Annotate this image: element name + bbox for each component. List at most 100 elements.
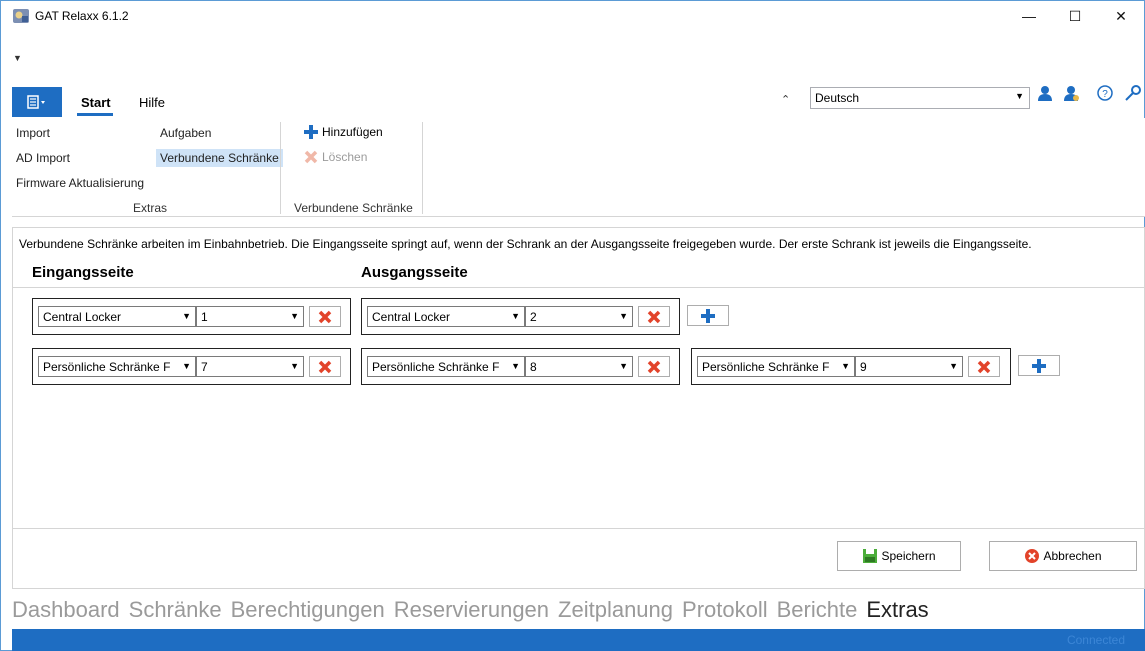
cabinet-value: Central Locker: [372, 310, 451, 324]
cabinet-select[interactable]: Persönliche Schränke F ▼: [697, 356, 855, 377]
cabinet-select[interactable]: Persönliche Schränke F ▼: [38, 356, 196, 377]
nav-berichte[interactable]: Berichte: [777, 597, 858, 627]
chevron-down-icon: ▼: [511, 361, 520, 371]
cabinet-value: Persönliche Schränke F: [43, 360, 171, 374]
collapse-ribbon-icon[interactable]: ⌃: [781, 93, 790, 106]
tab-start[interactable]: Start: [81, 95, 111, 110]
delete-button[interactable]: [309, 306, 341, 327]
loeschen-label: Löschen: [322, 150, 368, 164]
cabinet-select[interactable]: Central Locker ▼: [38, 306, 196, 327]
add-cabinet-button[interactable]: [687, 305, 729, 326]
group-label-extras: Extras: [133, 201, 168, 215]
language-select[interactable]: Deutsch ▼: [810, 87, 1030, 109]
divider: [13, 528, 1144, 529]
language-value: Deutsch: [815, 91, 860, 105]
file-menu-button[interactable]: [12, 87, 62, 117]
bottom-navigation: Dashboard Schränke Berechtigungen Reserv…: [12, 597, 929, 627]
column-header-ausgang: Ausgangsseite: [361, 264, 468, 281]
nav-reservierungen[interactable]: Reservierungen: [394, 597, 549, 627]
save-button[interactable]: Speichern: [837, 541, 961, 571]
chevron-down-icon: ▼: [619, 311, 628, 321]
connection-group: Central Locker ▼ 2 ▼: [361, 298, 680, 335]
number-value: 1: [201, 310, 208, 324]
chevron-down-icon: ▼: [182, 311, 191, 321]
connection-group: Persönliche Schränke F ▼ 9 ▼: [691, 348, 1011, 385]
nav-berechtigungen[interactable]: Berechtigungen: [231, 597, 385, 627]
cabinet-select[interactable]: Central Locker ▼: [367, 306, 525, 327]
app-window: GAT Relaxx 6.1.2 — ☐ ✕ ▼ Start Hilfe ⌃ D…: [0, 0, 1145, 651]
aufgaben-link[interactable]: Aufgaben: [160, 126, 211, 140]
import-link[interactable]: Import: [16, 126, 50, 140]
key-icon[interactable]: [1123, 83, 1143, 103]
delete-button[interactable]: [309, 356, 341, 377]
help-icon[interactable]: ?: [1095, 83, 1115, 103]
hinzufuegen-label: Hinzufügen: [322, 125, 383, 139]
close-button[interactable]: ✕: [1098, 1, 1144, 31]
plus-icon: [304, 125, 318, 139]
add-cabinet-button[interactable]: [1018, 355, 1060, 376]
minimize-button[interactable]: —: [1006, 1, 1052, 31]
user-icon[interactable]: [1035, 83, 1055, 103]
nav-zeitplanung[interactable]: Zeitplanung: [558, 597, 673, 627]
maximize-button[interactable]: ☐: [1052, 1, 1098, 31]
nav-schraenke[interactable]: Schränke: [129, 597, 222, 627]
tab-hilfe[interactable]: Hilfe: [139, 95, 165, 110]
delete-button[interactable]: [638, 356, 670, 377]
quick-access-dropdown[interactable]: ▼: [13, 53, 22, 63]
nav-protokoll[interactable]: Protokoll: [682, 597, 768, 627]
number-select[interactable]: 2 ▼: [525, 306, 633, 327]
cabinet-value: Persönliche Schränke F: [702, 360, 830, 374]
connection-group: Persönliche Schränke F ▼ 7 ▼: [32, 348, 351, 385]
cabinet-value: Central Locker: [43, 310, 122, 324]
status-bar: Connected: [12, 629, 1145, 651]
nav-extras[interactable]: Extras: [866, 597, 928, 627]
ad-import-link[interactable]: AD Import: [16, 151, 70, 165]
chevron-down-icon: ▼: [290, 361, 299, 371]
column-header-eingang: Eingangsseite: [32, 264, 134, 281]
firmware-update-link[interactable]: Firmware Aktualisierung: [16, 176, 144, 190]
save-label: Speichern: [881, 549, 936, 563]
cancel-icon: [1025, 549, 1040, 563]
cabinet-select[interactable]: Persönliche Schränke F ▼: [367, 356, 525, 377]
chevron-down-icon: ▼: [619, 361, 628, 371]
number-value: 8: [530, 360, 537, 374]
ribbon-panel: Import AD Import Firmware Aktualisierung…: [12, 118, 1145, 217]
plus-icon: [701, 308, 715, 323]
title-bar: GAT Relaxx 6.1.2 — ☐ ✕: [1, 1, 1144, 31]
plus-icon: [1032, 358, 1046, 373]
delete-x-icon: [977, 360, 991, 373]
delete-x-icon: [318, 310, 332, 323]
number-value: 2: [530, 310, 537, 324]
verbundene-schraenke-link[interactable]: Verbundene Schränke: [156, 149, 283, 167]
number-select[interactable]: 9 ▼: [855, 356, 963, 377]
menu-icon: [27, 95, 45, 109]
user-settings-icon[interactable]: [1061, 83, 1081, 103]
connection-status: Connected: [1066, 633, 1125, 647]
nav-dashboard[interactable]: Dashboard: [12, 597, 120, 627]
cancel-button[interactable]: Abbrechen: [989, 541, 1137, 571]
number-value: 7: [201, 360, 208, 374]
chevron-down-icon: ▼: [841, 361, 850, 371]
number-select[interactable]: 7 ▼: [196, 356, 304, 377]
content-panel: Verbundene Schränke arbeiten im Einbahnb…: [12, 227, 1145, 589]
number-value: 9: [860, 360, 867, 374]
loeschen-button[interactable]: Löschen: [303, 149, 367, 165]
hinzufuegen-button[interactable]: Hinzufügen: [303, 124, 383, 140]
cabinet-value: Persönliche Schränke F: [372, 360, 500, 374]
chevron-down-icon: ▼: [182, 361, 191, 371]
delete-x-icon: [304, 150, 318, 164]
info-text: Verbundene Schränke arbeiten im Einbahnb…: [19, 237, 1032, 251]
group-label-verbundene: Verbundene Schränke: [294, 201, 413, 215]
chevron-down-icon: ▼: [1015, 91, 1024, 101]
svg-text:?: ?: [1102, 89, 1108, 100]
number-select[interactable]: 8 ▼: [525, 356, 633, 377]
delete-button[interactable]: [638, 306, 670, 327]
connection-group: Persönliche Schränke F ▼ 8 ▼: [361, 348, 680, 385]
app-logo-icon: [13, 9, 29, 23]
delete-button[interactable]: [968, 356, 1000, 377]
connection-group: Central Locker ▼ 1 ▼: [32, 298, 351, 335]
chevron-down-icon: ▼: [290, 311, 299, 321]
chevron-down-icon: ▼: [949, 361, 958, 371]
save-icon: [863, 549, 878, 563]
number-select[interactable]: 1 ▼: [196, 306, 304, 327]
